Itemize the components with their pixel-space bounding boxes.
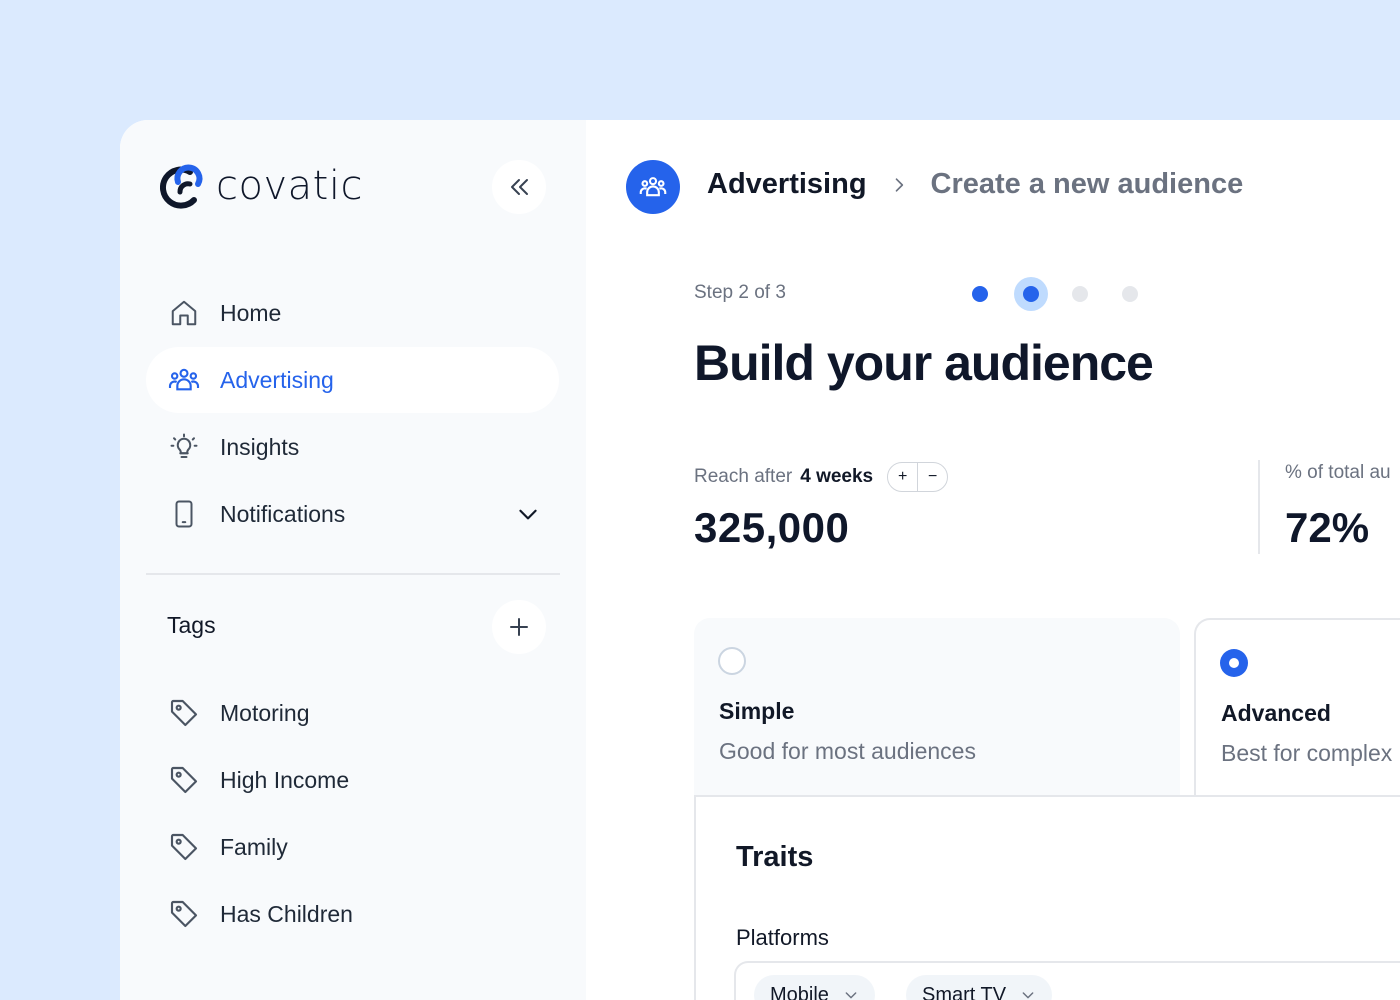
remove-chip-icon[interactable]: [843, 987, 859, 1000]
percent-label: % of total au: [1285, 462, 1391, 483]
option-card-advanced[interactable]: Advanced Best for complex: [1194, 618, 1400, 798]
reach-weeks: 4 weeks: [800, 466, 874, 487]
app-window: covatic Home Advertising Insights Notifi…: [120, 120, 1400, 1000]
platforms-input[interactable]: Mobile Smart TV: [734, 961, 1400, 1000]
tag-item-motoring[interactable]: Motoring: [168, 697, 309, 729]
home-icon: [168, 297, 200, 329]
reach-value: 325,000: [694, 504, 850, 551]
tag-item-high-income[interactable]: High Income: [168, 764, 349, 796]
lightbulb-icon: [168, 431, 200, 463]
step-label: Step 2 of 3: [694, 282, 786, 303]
weeks-increment-button[interactable]: +: [888, 463, 917, 491]
option-title: Simple: [719, 698, 795, 724]
option-description: Best for complex: [1221, 740, 1393, 766]
logo[interactable]: covatic: [160, 162, 363, 210]
sidebar-item-home[interactable]: Home: [146, 280, 559, 346]
sidebar-item-notifications[interactable]: Notifications: [146, 481, 559, 547]
header-audience-icon: [626, 160, 680, 214]
chevron-down-icon[interactable]: [515, 501, 541, 533]
collapse-sidebar-button[interactable]: [492, 160, 546, 214]
reach-label-row: Reach after 4 weeks + −: [694, 462, 949, 492]
tag-label: Has Children: [220, 900, 353, 927]
platforms-label: Platforms: [736, 925, 829, 950]
covatic-logo-icon: [160, 164, 203, 209]
radio-advanced[interactable]: [1220, 649, 1248, 677]
plus-icon: [510, 618, 528, 636]
weeks-decrement-button[interactable]: −: [918, 463, 947, 491]
tag-label: Motoring: [220, 699, 310, 726]
remove-chip-icon[interactable]: [1020, 987, 1036, 1000]
logo-text: covatic: [216, 163, 363, 209]
option-description: Good for most audiences: [719, 738, 976, 764]
audience-icon: [168, 364, 200, 396]
chip-label: Mobile: [770, 983, 829, 1000]
tag-label: Family: [220, 833, 288, 860]
sidebar-item-label: Insights: [220, 433, 300, 460]
percent-value: 72%: [1285, 504, 1370, 551]
step-dot-3: [1072, 286, 1088, 302]
sidebar-item-advertising[interactable]: Advertising: [146, 347, 559, 413]
option-card-simple[interactable]: Simple Good for most audiences: [694, 618, 1180, 798]
main-content: Advertising Create a new audience Step 2…: [586, 120, 1400, 1000]
sidebar-item-label: Notifications: [220, 500, 346, 527]
tag-label: High Income: [220, 766, 350, 793]
chevron-right-icon: [889, 175, 909, 195]
chip-smart-tv: Smart TV: [906, 975, 1053, 1000]
stats-divider: [1258, 460, 1260, 554]
chip-mobile: Mobile: [754, 975, 875, 1000]
tag-icon: [170, 766, 198, 794]
step-dot-4: [1122, 286, 1138, 302]
chip-label: Smart TV: [922, 983, 1007, 1000]
tag-item-family[interactable]: Family: [168, 831, 288, 863]
tag-icon: [170, 900, 198, 928]
reach-label: Reach after: [694, 466, 793, 487]
breadcrumb-advertising[interactable]: Advertising: [707, 168, 867, 201]
tag-item-has-children[interactable]: Has Children: [168, 898, 353, 930]
traits-panel: Traits Platforms Mobile Smart TV: [694, 795, 1400, 1000]
sidebar-item-label: Home: [220, 299, 282, 326]
sidebar-item-insights[interactable]: Insights: [146, 414, 559, 480]
sidebar-divider: [146, 573, 560, 575]
phone-icon: [168, 498, 200, 530]
double-chevron-left-icon: [511, 179, 528, 195]
sidebar: covatic Home Advertising Insights Notifi…: [120, 120, 586, 1000]
tags-title: Tags: [167, 612, 216, 638]
page-title: Build your audience: [694, 335, 1154, 391]
option-title: Advanced: [1221, 700, 1331, 726]
tag-icon: [170, 699, 198, 727]
breadcrumb: Advertising Create a new audience: [707, 168, 1243, 201]
breadcrumb-current: Create a new audience: [930, 168, 1244, 200]
step-dot-2: [1023, 286, 1039, 302]
step-dot-1: [972, 286, 988, 302]
add-tag-button[interactable]: [492, 600, 546, 654]
weeks-stepper: + −: [887, 462, 949, 492]
tag-icon: [170, 833, 198, 861]
radio-simple[interactable]: [718, 647, 746, 675]
sidebar-item-label: Advertising: [220, 366, 334, 393]
traits-title: Traits: [736, 841, 814, 873]
